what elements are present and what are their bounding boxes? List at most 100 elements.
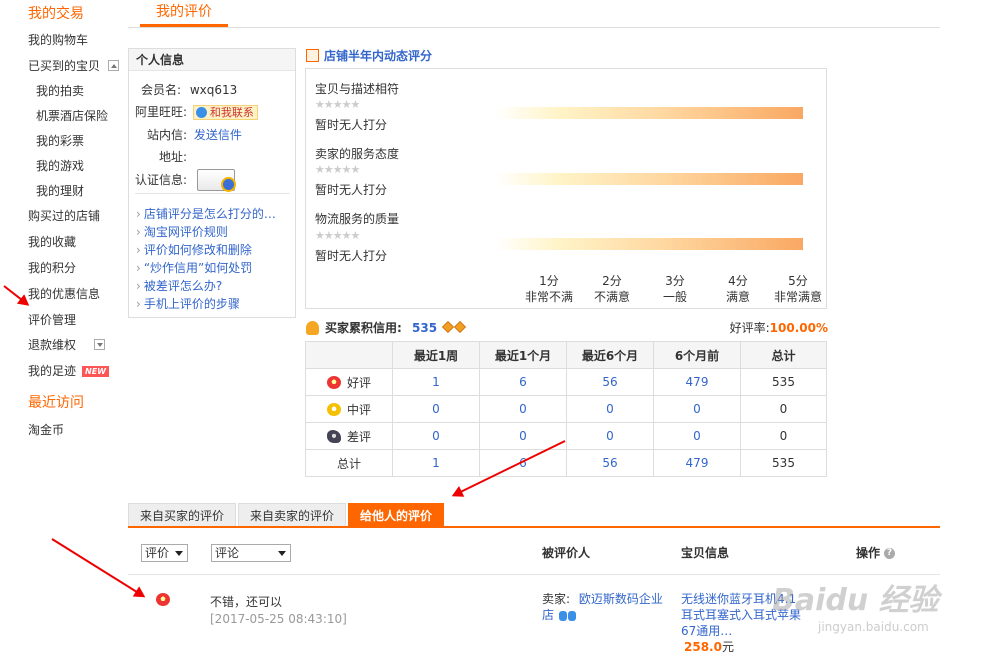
price-unit: 元: [721, 640, 734, 654]
sidebar-item-lottery[interactable]: 我的彩票: [36, 132, 84, 149]
comment-filter-select[interactable]: 评论: [211, 544, 291, 562]
tab-underline: [128, 526, 940, 528]
column-operation-label: 操作: [856, 546, 881, 560]
scale-1: 1分 非常不满: [519, 273, 579, 305]
faq-link-3[interactable]: 评价如何修改和删除: [136, 241, 252, 258]
seller-info: 卖家: 欧迈斯数码企业店: [542, 591, 664, 623]
faq-link-5[interactable]: 被差评怎么办?: [136, 277, 222, 294]
table-cell[interactable]: 0: [653, 395, 741, 423]
diamond-icon: [454, 320, 467, 334]
sidebar-item-refund[interactable]: 退款维权: [28, 336, 106, 353]
row-label-good: 好评: [305, 368, 393, 396]
red-flower-icon: [326, 375, 341, 389]
table-row: 好评 1 6 56 479 535: [305, 368, 827, 396]
table-cell[interactable]: 479: [653, 449, 741, 477]
row-label: 好评: [346, 375, 371, 390]
table-cell[interactable]: 56: [566, 449, 654, 477]
good-rate-value: 100.00%: [769, 321, 828, 335]
sidebar-item-points[interactable]: 我的积分: [28, 259, 76, 276]
broken-flower-icon: [326, 429, 341, 443]
scale-desc: 非常满意: [773, 290, 822, 304]
credit-summary: 买家累积信用: 535: [306, 319, 467, 336]
star-rating-icon: ★★★★★: [315, 229, 360, 242]
table-cell[interactable]: 0: [392, 395, 480, 423]
profile-divider: [135, 193, 290, 194]
contact-wangwang-button[interactable]: 和我联系: [192, 105, 258, 120]
rating-filter-select[interactable]: 评价: [141, 544, 188, 562]
sidebar-item-reviews[interactable]: 评价管理: [28, 311, 76, 328]
scale-desc: 一般: [662, 290, 687, 304]
dsr-label-logistics: 物流服务的质量: [315, 212, 400, 226]
dsr-label-service: 卖家的服务态度: [315, 147, 400, 161]
sidebar-item-label: 退款维权: [28, 338, 77, 352]
new-badge: NEW: [82, 366, 109, 377]
table-cell[interactable]: 0: [566, 422, 654, 450]
column-operation: 操作?: [856, 544, 896, 561]
tab-my-reviews[interactable]: 我的评价: [140, 0, 228, 27]
faq-link-1[interactable]: 店铺评分是怎么打分的…: [136, 205, 276, 222]
dsr-status: 暂时无人打分: [315, 183, 388, 197]
table-header: 6个月前: [653, 341, 741, 369]
expand-icon[interactable]: [94, 339, 106, 350]
dsr-bar: [496, 173, 803, 185]
row-label-total: 总计: [305, 449, 393, 477]
wangwang-icon[interactable]: [558, 610, 567, 621]
table-row: 差评 0 0 0 0 0: [305, 422, 827, 450]
dsr-bar: [496, 107, 803, 119]
sidebar-item-favorites[interactable]: 我的收藏: [28, 233, 76, 250]
collapse-icon[interactable]: [108, 60, 120, 71]
certification-icon[interactable]: [196, 169, 236, 192]
table-cell[interactable]: 0: [653, 422, 741, 450]
tab-from-sellers[interactable]: 来自卖家的评价: [238, 503, 347, 527]
credit-value: 535: [412, 321, 438, 335]
sidebar-item-games[interactable]: 我的游戏: [36, 157, 84, 174]
table-cell[interactable]: 56: [566, 368, 654, 396]
tab-given-to-others[interactable]: 给他人的评价: [348, 503, 445, 527]
faq-link-2[interactable]: 淘宝网评价规则: [136, 223, 228, 240]
sidebar-heading-recent: 最近访问: [28, 395, 84, 411]
review-stats-table: 最近1周 最近1个月 最近6个月 6个月前 总计 好评 1 6 56 479 5…: [305, 341, 827, 477]
table-cell[interactable]: 479: [653, 368, 741, 396]
sidebar-item-footprint[interactable]: 我的足迹 NEW: [28, 362, 109, 379]
table-cell[interactable]: 0: [479, 395, 567, 423]
sidebar-item-finance[interactable]: 我的理财: [36, 182, 84, 199]
scale-score: 4分: [728, 274, 748, 288]
sidebar-item-label: 已买到的宝贝: [28, 59, 101, 73]
calendar-icon: [306, 49, 319, 62]
message-label: 站内信:: [146, 128, 187, 142]
table-cell[interactable]: 1: [392, 449, 480, 477]
tab-from-buyers[interactable]: 来自买家的评价: [128, 503, 237, 527]
table-cell[interactable]: 0: [392, 422, 480, 450]
sidebar-item-bought[interactable]: 已买到的宝贝: [28, 57, 120, 74]
member-row: 会员名: wxq613: [129, 81, 237, 98]
scale-score: 5分: [788, 274, 808, 288]
table-row: 总计 1 6 56 479 535: [305, 449, 827, 477]
table-cell[interactable]: 0: [566, 395, 654, 423]
sidebar-item-cart[interactable]: 我的购物车: [28, 31, 88, 48]
row-label-neutral: 中评: [305, 395, 393, 423]
scale-4: 4分满意: [708, 273, 768, 305]
faq-link-6[interactable]: 手机上评价的步骤: [136, 295, 240, 312]
cert-label: 认证信息:: [134, 172, 187, 187]
scale-score: 2分: [602, 274, 622, 288]
sidebar-item-shops[interactable]: 购买过的店铺: [28, 207, 100, 224]
row-label-bad: 差评: [305, 422, 393, 450]
sidebar-item-travel[interactable]: 机票酒店保险: [36, 107, 108, 124]
star-rating-icon: ★★★★★: [315, 163, 360, 176]
table-cell[interactable]: 1: [392, 368, 480, 396]
table-header: 最近1周: [392, 341, 480, 369]
faq-link-4[interactable]: “炒作信用”如何处罚: [136, 259, 252, 276]
table-cell[interactable]: 6: [479, 449, 567, 477]
sidebar-item-coupons[interactable]: 我的优惠信息: [28, 285, 100, 302]
sidebar-item-auction[interactable]: 我的拍卖: [36, 82, 84, 99]
send-message-link[interactable]: 发送信件: [194, 128, 242, 142]
table-header: 最近6个月: [566, 341, 654, 369]
table-cell[interactable]: 6: [479, 368, 567, 396]
column-item-info: 宝贝信息: [681, 546, 730, 560]
column-rated-person: 被评价人: [542, 546, 591, 560]
scale-desc: 满意: [725, 290, 750, 304]
sidebar-item-taojinbi[interactable]: 淘金币: [28, 421, 64, 438]
review-time: [2017-05-25 08:43:10]: [210, 612, 347, 626]
wangwang-icon[interactable]: [567, 610, 576, 621]
help-icon[interactable]: ?: [884, 548, 896, 559]
